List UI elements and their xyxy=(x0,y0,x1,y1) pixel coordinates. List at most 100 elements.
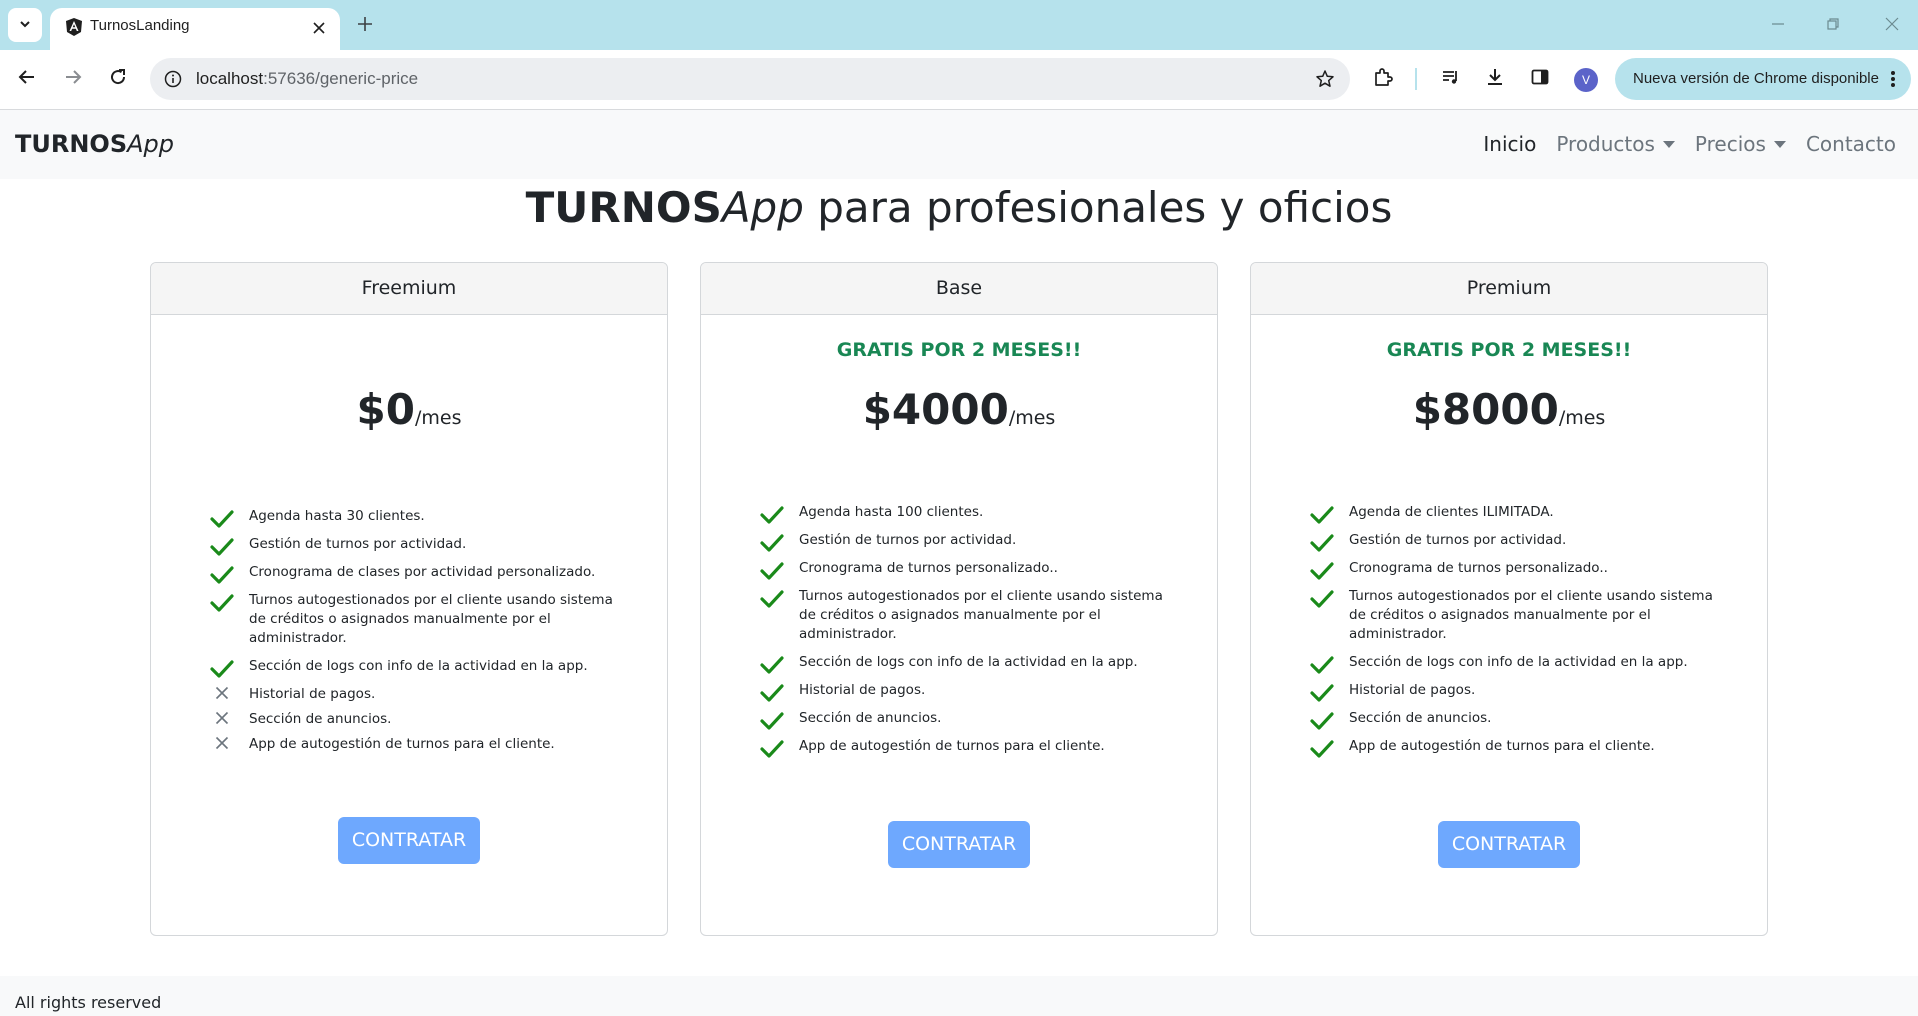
feature-item: Gestión de turnos por actividad. xyxy=(759,531,1179,552)
price-period: /mes xyxy=(1558,407,1606,429)
brand-logo[interactable]: TURNOSApp xyxy=(15,130,174,158)
address-bar[interactable]: localhost:57636/generic-price xyxy=(150,58,1350,100)
toolbar-divider xyxy=(1415,68,1417,90)
nav-link-label: Productos xyxy=(1556,132,1655,156)
downloads-button[interactable] xyxy=(1478,62,1512,96)
feature-list: Agenda hasta 30 clientes. Gestión de turn… xyxy=(209,507,629,760)
nav-link-inicio[interactable]: Inicio xyxy=(1483,132,1536,156)
feature-list: Agenda de clientes ILIMITADA. Gestión de … xyxy=(1309,503,1729,765)
star-icon[interactable] xyxy=(1312,66,1338,92)
feature-list: Agenda hasta 100 clientes. Gestión de tur… xyxy=(759,503,1179,765)
download-icon xyxy=(1485,67,1505,91)
feature-text: Historial de pagos. xyxy=(799,682,926,698)
nav-link-productos[interactable]: Productos xyxy=(1556,132,1675,156)
site-info-icon[interactable] xyxy=(160,66,186,92)
arrow-right-icon xyxy=(64,68,82,90)
restore-button[interactable] xyxy=(1813,10,1853,40)
check-icon xyxy=(1309,506,1335,526)
feature-item: Sección de logs con info de la actividad… xyxy=(1309,653,1729,674)
feature-text: Historial de pagos. xyxy=(1349,682,1476,698)
feature-text: Cronograma de turnos personalizado.. xyxy=(799,560,1058,576)
check-icon xyxy=(1309,740,1335,760)
close-icon[interactable] xyxy=(306,15,332,41)
media-controls-button[interactable] xyxy=(1434,62,1468,96)
plus-icon xyxy=(357,16,373,36)
check-icon xyxy=(759,656,785,676)
nav-link-contacto[interactable]: Contacto xyxy=(1806,132,1896,156)
nav-links: Inicio Productos Precios Contacto xyxy=(1483,132,1896,156)
close-icon xyxy=(1885,16,1899,35)
tab-title: TurnosLanding xyxy=(90,17,190,34)
contratar-button[interactable]: CONTRATAR xyxy=(1438,821,1580,868)
feature-text: App de autogestión de turnos para el cli… xyxy=(249,736,555,752)
browser-tab-strip: TurnosLanding xyxy=(0,0,1918,50)
more-vert-icon[interactable] xyxy=(1885,67,1901,91)
feature-text: Sección de anuncios. xyxy=(799,710,942,726)
card-header: Freemium xyxy=(151,263,667,315)
feature-text: Sección de logs con info de la actividad… xyxy=(1349,654,1688,670)
check-icon xyxy=(759,562,785,582)
profile-avatar[interactable]: V xyxy=(1574,68,1598,92)
window-close-button[interactable] xyxy=(1872,10,1912,40)
feature-item: Agenda de clientes ILIMITADA. xyxy=(1309,503,1729,524)
forward-button[interactable] xyxy=(56,62,90,96)
feature-text: App de autogestión de turnos para el cli… xyxy=(799,738,1105,754)
check-icon xyxy=(759,590,785,610)
back-button[interactable] xyxy=(10,62,44,96)
title-rest: para profesionales y oficios xyxy=(803,183,1393,232)
price: $8000/mes xyxy=(1251,385,1767,434)
new-tab-button[interactable] xyxy=(350,11,380,41)
feature-text: Turnos autogestionados por el cliente us… xyxy=(799,588,1163,642)
site-navbar: TURNOSApp Inicio Productos Precios Conta… xyxy=(0,110,1918,179)
browser-tab[interactable]: TurnosLanding xyxy=(50,8,340,50)
check-icon xyxy=(759,740,785,760)
feature-item: Agenda hasta 100 clientes. xyxy=(759,503,1179,524)
reload-button[interactable] xyxy=(101,62,135,96)
caret-down-icon xyxy=(1773,140,1786,148)
nav-link-precios[interactable]: Precios xyxy=(1695,132,1786,156)
check-icon xyxy=(209,538,235,558)
angular-icon xyxy=(62,15,86,39)
feature-item: Cronograma de turnos personalizado.. xyxy=(759,559,1179,580)
contratar-button[interactable]: CONTRATAR xyxy=(338,817,480,864)
price-period: /mes xyxy=(1008,407,1056,429)
side-panel-button[interactable] xyxy=(1523,62,1557,96)
feature-text: App de autogestión de turnos para el cli… xyxy=(1349,738,1655,754)
card-header: Base xyxy=(701,263,1217,315)
update-label: Nueva versión de Chrome disponible xyxy=(1633,70,1879,87)
check-icon xyxy=(209,660,235,680)
reload-icon xyxy=(109,68,127,90)
feature-text: Cronograma de clases por actividad perso… xyxy=(249,564,596,580)
check-icon xyxy=(1309,534,1335,554)
brand-italic: App xyxy=(127,130,175,158)
feature-item: App de autogestión de turnos para el cli… xyxy=(759,737,1179,758)
feature-item: Historial de pagos. xyxy=(759,681,1179,702)
feature-item: Agenda hasta 30 clientes. xyxy=(209,507,629,528)
feature-text: Turnos autogestionados por el cliente us… xyxy=(1349,588,1713,642)
browser-toolbar: localhost:57636/generic-price V Nueva ve… xyxy=(0,50,1918,110)
card-header: Premium xyxy=(1251,263,1767,315)
brand-bold: TURNOS xyxy=(15,130,128,158)
extensions-button[interactable] xyxy=(1366,62,1400,96)
pricing-card-freemium: Freemium $0/mes Agenda hasta 30 clientes… xyxy=(150,262,668,936)
chrome-update-button[interactable]: Nueva versión de Chrome disponible xyxy=(1615,58,1911,100)
restore-icon xyxy=(1826,16,1840,35)
feature-text: Sección de anuncios. xyxy=(249,711,392,727)
price-amount: $0 xyxy=(356,385,415,434)
price-amount: $8000 xyxy=(1412,385,1559,434)
feature-item: Sección de logs con info de la actividad… xyxy=(759,653,1179,674)
check-icon xyxy=(759,534,785,554)
arrow-left-icon xyxy=(18,68,36,90)
footer-text: All rights reserved xyxy=(15,993,162,1012)
url-host: localhost xyxy=(196,69,264,88)
check-icon xyxy=(1309,562,1335,582)
tab-search-button[interactable] xyxy=(8,8,42,42)
caret-down-icon xyxy=(1662,140,1675,148)
playlist-icon xyxy=(1441,67,1461,91)
minimize-button[interactable] xyxy=(1758,10,1798,40)
price-period: /mes xyxy=(414,407,462,429)
address-url: localhost:57636/generic-price xyxy=(196,69,418,89)
contratar-button[interactable]: CONTRATAR xyxy=(888,821,1030,868)
feature-text: Cronograma de turnos personalizado.. xyxy=(1349,560,1608,576)
feature-item: Historial de pagos. xyxy=(209,685,629,704)
